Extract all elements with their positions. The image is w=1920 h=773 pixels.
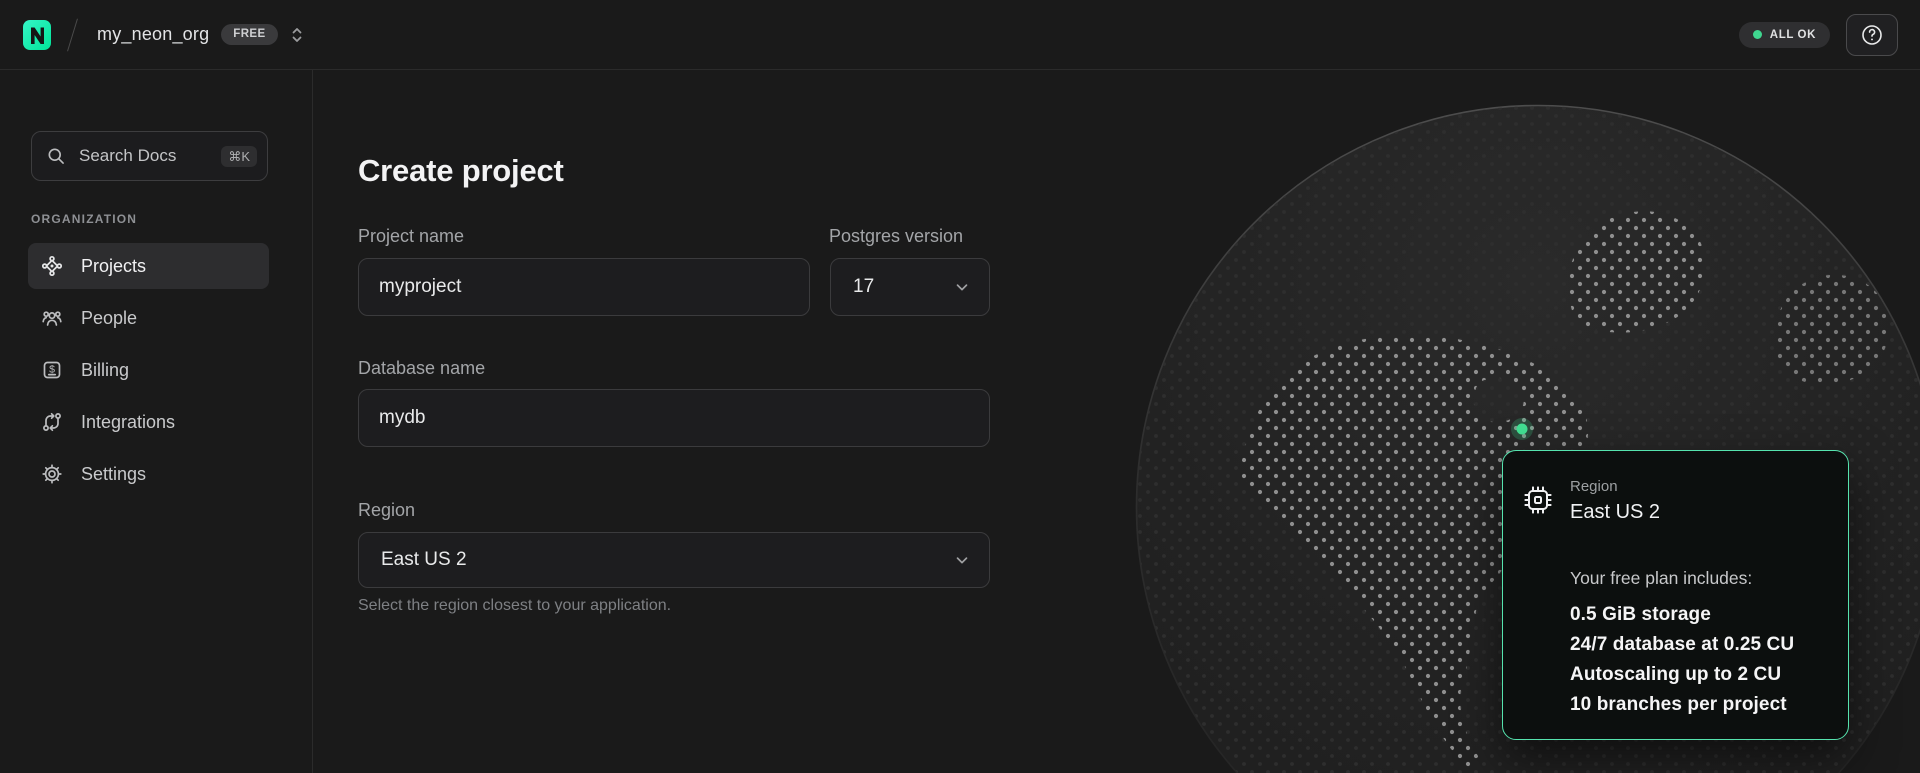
postgres-version-label: Postgres version [829, 226, 963, 247]
chevron-updown-icon [290, 26, 304, 44]
status-dot [1753, 30, 1762, 39]
chip-icon [1520, 482, 1556, 518]
region-label: Region [358, 500, 415, 521]
question-icon [1860, 23, 1884, 47]
region-value: East US 2 [381, 549, 467, 571]
project-name-label: Project name [358, 226, 464, 247]
postgres-version-value: 17 [853, 276, 874, 298]
sidebar-item-label: Projects [81, 256, 146, 277]
topbar: my_neon_org FREE ALL OK [0, 0, 1920, 70]
region-select[interactable]: East US 2 [358, 532, 990, 588]
gear-icon [40, 462, 64, 486]
chevron-down-icon [953, 278, 971, 296]
people-icon [40, 306, 64, 330]
breadcrumb-slash [67, 18, 78, 51]
org-switcher[interactable]: my_neon_org FREE [97, 24, 304, 46]
database-name-input[interactable] [358, 389, 990, 447]
region-marker-dot [1511, 418, 1533, 440]
plan-feature-list: 0.5 GiB storage 24/7 database at 0.25 CU… [1570, 600, 1794, 720]
plan-badge: FREE [221, 24, 277, 46]
org-name: my_neon_org [97, 24, 209, 45]
sidebar-item-settings[interactable]: Settings [28, 451, 269, 497]
integrations-icon [40, 410, 64, 434]
database-name-label: Database name [358, 358, 485, 379]
card-region-value: East US 2 [1570, 501, 1660, 524]
shortcut-badge: ⌘K [221, 146, 257, 167]
org-section-label: ORGANIZATION [31, 212, 137, 226]
plan-intro: Your free plan includes: [1570, 568, 1752, 589]
card-region-label: Region [1570, 478, 1618, 495]
project-name-input[interactable] [358, 258, 810, 316]
region-card: Region East US 2 Your free plan includes… [1502, 450, 1849, 740]
sidebar-item-projects[interactable]: Projects [28, 243, 269, 289]
sidebar-item-label: People [81, 308, 137, 329]
sidebar-item-billing[interactable]: $ Billing [28, 347, 269, 393]
sidebar-item-integrations[interactable]: Integrations [28, 399, 269, 445]
sidebar: ⌘K ORGANIZATION Projects [0, 70, 313, 773]
plan-feature: 10 branches per project [1570, 690, 1794, 720]
plan-feature: Autoscaling up to 2 CU [1570, 660, 1794, 690]
sidebar-item-label: Settings [81, 464, 146, 485]
search-icon [46, 146, 66, 166]
search-input[interactable] [77, 145, 210, 167]
plan-feature: 24/7 database at 0.25 CU [1570, 630, 1794, 660]
status-pill[interactable]: ALL OK [1739, 22, 1830, 48]
sidebar-item-label: Integrations [81, 412, 175, 433]
sidebar-item-people[interactable]: People [28, 295, 269, 341]
help-button[interactable] [1846, 14, 1898, 56]
sidebar-item-label: Billing [81, 360, 129, 381]
billing-icon: $ [40, 358, 64, 382]
page-title: Create project [358, 153, 564, 189]
docs-search[interactable]: ⌘K [31, 131, 268, 181]
neon-logo-icon [22, 19, 52, 51]
plan-feature: 0.5 GiB storage [1570, 600, 1794, 630]
projects-icon [40, 254, 64, 278]
chevron-down-icon [953, 551, 971, 569]
postgres-version-select[interactable]: 17 [830, 258, 990, 316]
status-label: ALL OK [1770, 29, 1816, 41]
neon-logo[interactable] [22, 19, 52, 51]
region-help-text: Select the region closest to your applic… [358, 597, 671, 615]
